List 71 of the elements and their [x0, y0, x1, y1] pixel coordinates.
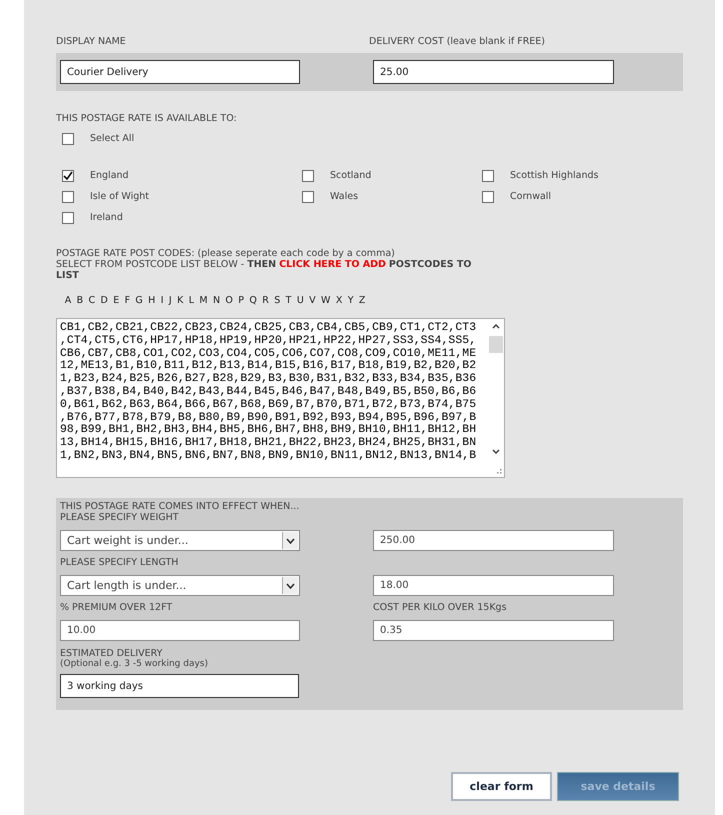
checkbox[interactable] — [62, 170, 74, 182]
field-label: ESTIMATED DELIVERY — [60, 648, 164, 659]
section-heading: POSTAGE RATE POST CODES: (please seperate each code by a comma) — [56, 248, 396, 259]
checkbox[interactable] — [302, 190, 314, 202]
letter-link[interactable]: P — [236, 295, 247, 306]
letter-link[interactable]: C — [86, 295, 98, 306]
field-label: PLEASE SPECIFY LENGTH — [60, 557, 180, 568]
letter-link[interactable]: Z — [356, 295, 368, 306]
checkbox[interactable] — [482, 190, 494, 202]
letter-link[interactable]: T — [282, 295, 294, 306]
chevron-down-icon — [286, 582, 295, 588]
field-label: DISPLAY NAME — [56, 36, 127, 47]
chevron-down-icon — [286, 538, 295, 544]
scrollbar-thumb[interactable] — [489, 336, 503, 353]
checkbox[interactable] — [62, 132, 74, 144]
letter-link[interactable]: D — [98, 295, 110, 306]
weight-field[interactable]: 250.00 — [373, 530, 614, 551]
checkbox-label: Wales — [330, 191, 358, 202]
display-name-field[interactable]: Courier Delivery — [60, 60, 300, 84]
letter-link[interactable]: S — [272, 295, 283, 306]
checkbox-label: England — [90, 170, 129, 181]
letter-link[interactable]: Y — [345, 295, 356, 306]
cost-per-kilo-field[interactable]: 0.35 — [373, 620, 614, 641]
instruction-text: SELECT FROM POSTCODE LIST BELOW - THEN CLICK HERE TO ADD POSTCODES TO LIST — [56, 259, 472, 281]
resize-grip-icon[interactable] — [494, 467, 502, 475]
field-label: % PREMIUM OVER 12FT — [60, 602, 174, 613]
delivery-cost-field[interactable]: 25.00 — [373, 60, 614, 84]
field-label: DELIVERY COST (leave blank if FREE) — [369, 36, 546, 47]
length-dropdown[interactable]: Cart length is under... — [60, 575, 300, 596]
checkbox[interactable] — [62, 212, 74, 224]
checkbox[interactable] — [62, 190, 74, 202]
letter-link[interactable]: F — [122, 295, 133, 306]
checkbox-label: Isle of Wight — [90, 191, 150, 202]
letter-link[interactable]: J — [166, 295, 174, 306]
letter-link[interactable]: V — [306, 295, 318, 306]
clear-form-button[interactable]: clear form — [451, 772, 552, 801]
section-heading: THIS POSTAGE RATE COMES INTO EFFECT WHEN... — [60, 501, 300, 512]
field-label: COST PER KILO OVER 15Kgs — [373, 602, 508, 613]
letter-link[interactable]: M — [196, 295, 210, 306]
checkbox[interactable] — [302, 170, 314, 182]
scroll-down-icon[interactable] — [492, 449, 500, 455]
checkbox-label: Scotland — [330, 170, 372, 181]
letter-link[interactable]: K — [174, 295, 186, 306]
scroll-up-icon[interactable] — [492, 323, 500, 329]
checkbox-label: Select All — [90, 133, 134, 144]
weight-dropdown[interactable]: Cart weight is under... — [60, 530, 300, 551]
letter-link[interactable]: U — [294, 295, 306, 306]
checkbox-label: Ireland — [90, 212, 123, 223]
section-heading: THIS POSTAGE RATE IS AVAILABLE TO: — [56, 113, 238, 124]
checkbox-label: Scottish Highlands — [510, 170, 598, 181]
field-label: PLEASE SPECIFY WEIGHT — [60, 512, 180, 523]
letter-link[interactable]: I — [158, 295, 166, 306]
letter-link[interactable]: E — [110, 295, 122, 306]
letter-link[interactable]: N — [210, 295, 223, 306]
estimated-delivery-field[interactable]: 3 working days — [60, 674, 299, 698]
letter-link[interactable]: R — [260, 295, 272, 306]
letter-link[interactable]: W — [318, 295, 334, 306]
length-field[interactable]: 18.00 — [373, 575, 614, 596]
checkbox-label: Cornwall — [510, 191, 552, 202]
letter-link[interactable]: Q — [246, 295, 260, 306]
letter-link[interactable]: O — [222, 295, 236, 306]
letter-link[interactable]: X — [333, 295, 346, 306]
letter-link[interactable]: A — [62, 295, 74, 306]
letter-link[interactable]: G — [132, 295, 146, 306]
letter-link[interactable]: B — [74, 295, 86, 306]
checkbox[interactable] — [482, 170, 494, 182]
letter-link[interactable]: L — [186, 295, 197, 306]
field-hint: (Optional e.g. 3 -5 working days) — [60, 659, 209, 669]
premium-field[interactable]: 10.00 — [60, 620, 300, 641]
postcode-textarea[interactable]: CB1,CB2,CB21,CB22,CB23,CB24,CB25,CB3,CB4,CB5,CB9,CT1,CT2,CT3 ,CT4,CT5,CT6,HP17,HP18,HP19,HP20,HP21,HP22,HP27,SS3,SS4,SS5, CB6,CB7,CB8,CO1,CO2,CO3,CO4,CO5,CO6,CO7,CO8,CO9,CO10,ME11,ME 12,ME13,B1,B10,B11,B12,B13,B14,B15,B16,B17,B18,B19,B2,B20,B2 1,B23,B24,B25,B26,B27,B28,B29,B3,B30,B31,B32,B33,B34,B35,B36 ,B37,B38,B4,B40,B42,B43,B44,B45,B46,B47,B48,B49,B5,B50,B6,B6 0,B61,B62,B63,B64,B66,B67,B68,B69,B7,B70,B71,B72,B73,B74,B75 ,B76,B77,B78,B79,B8,B80,B9,B90,B91,B92,B93,B94,B95,B96,B97,B 98,B99,BH1,BH2,BH3,BH4,BH5,BH6,BH7,BH8,BH9,BH10,BH11,BH12,BH 13,BH14,BH15,BH16,BH17,BH18,BH21,BH22,BH23,BH24,BH25,BH31,BN 1,BN2,BN3,BN4,BN5,BN6,BN7,BN8,BN9,BN10,BN11,BN12,BN13,BN14,B — [56, 318, 505, 478]
letter-link[interactable]: H — [145, 295, 158, 306]
